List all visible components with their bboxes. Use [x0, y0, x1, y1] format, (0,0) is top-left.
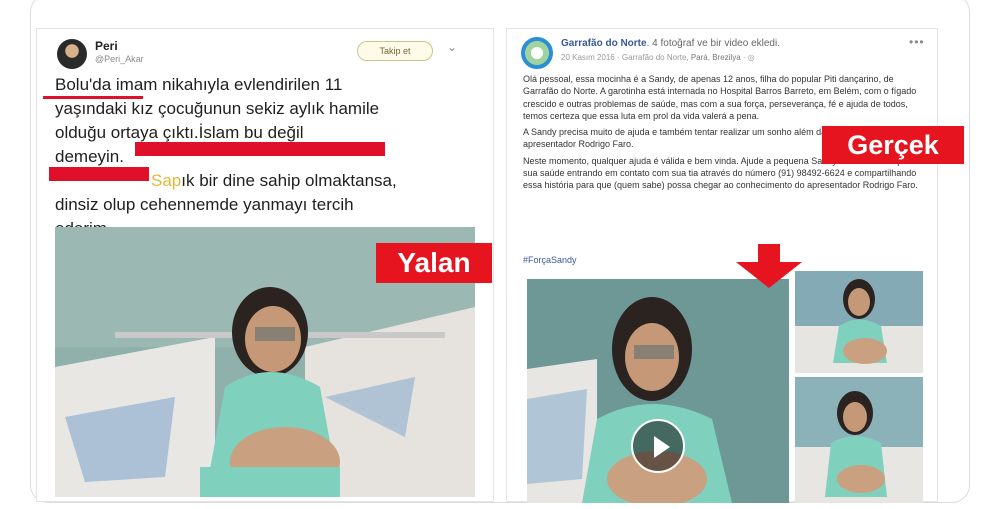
play-icon[interactable]: [631, 419, 685, 473]
avatar[interactable]: [57, 39, 87, 69]
red-underline: [43, 96, 143, 99]
chevron-down-icon[interactable]: ⌄: [447, 40, 457, 54]
tweet-line: dinsiz olup cehennemde yanmayı tercih: [55, 195, 354, 214]
tweet-line: yaşındaki kız çocuğunun sekiz aylık hami…: [55, 99, 380, 118]
video-thumbnail[interactable]: [527, 279, 789, 503]
author-handle[interactable]: @Peri_Akar: [95, 54, 144, 64]
girl-photo-image: [795, 377, 923, 503]
real-label-stamp: Gerçek: [822, 126, 964, 164]
more-options-icon[interactable]: •••: [909, 35, 925, 49]
arrow-down-icon: [736, 244, 802, 288]
girl-photo-image: [795, 271, 923, 373]
post-date: 20 Kasım 2016 · Garrafão do Norte, Pará,…: [561, 53, 755, 62]
location-link[interactable]: Pará, Brezilya: [691, 53, 741, 62]
redaction-bar: [49, 167, 149, 181]
hashtag-link[interactable]: #ForçaSandy: [523, 255, 577, 265]
post-paragraph: Olá pessoal, essa mocinha é a Sandy, de …: [523, 74, 917, 121]
highlighted-word: Sap: [151, 171, 182, 190]
follow-button[interactable]: Takip et: [357, 41, 433, 61]
real-post-panel: Garrafão do Norte. 4 fotoğraf ve bir vid…: [506, 28, 938, 503]
fake-label-stamp: Yalan: [376, 243, 492, 283]
photo-thumbnail[interactable]: [795, 271, 923, 373]
page-logo[interactable]: [521, 37, 553, 69]
redaction-bar: [135, 142, 385, 156]
author-name[interactable]: Peri: [95, 39, 118, 53]
page-name[interactable]: Garrafão do Norte. 4 fotoğraf ve bir vid…: [561, 38, 780, 49]
photo-thumbnail[interactable]: [795, 377, 923, 503]
tweet-line: Bolu'da imam nikahıyla evlendirilen 11: [55, 75, 343, 94]
